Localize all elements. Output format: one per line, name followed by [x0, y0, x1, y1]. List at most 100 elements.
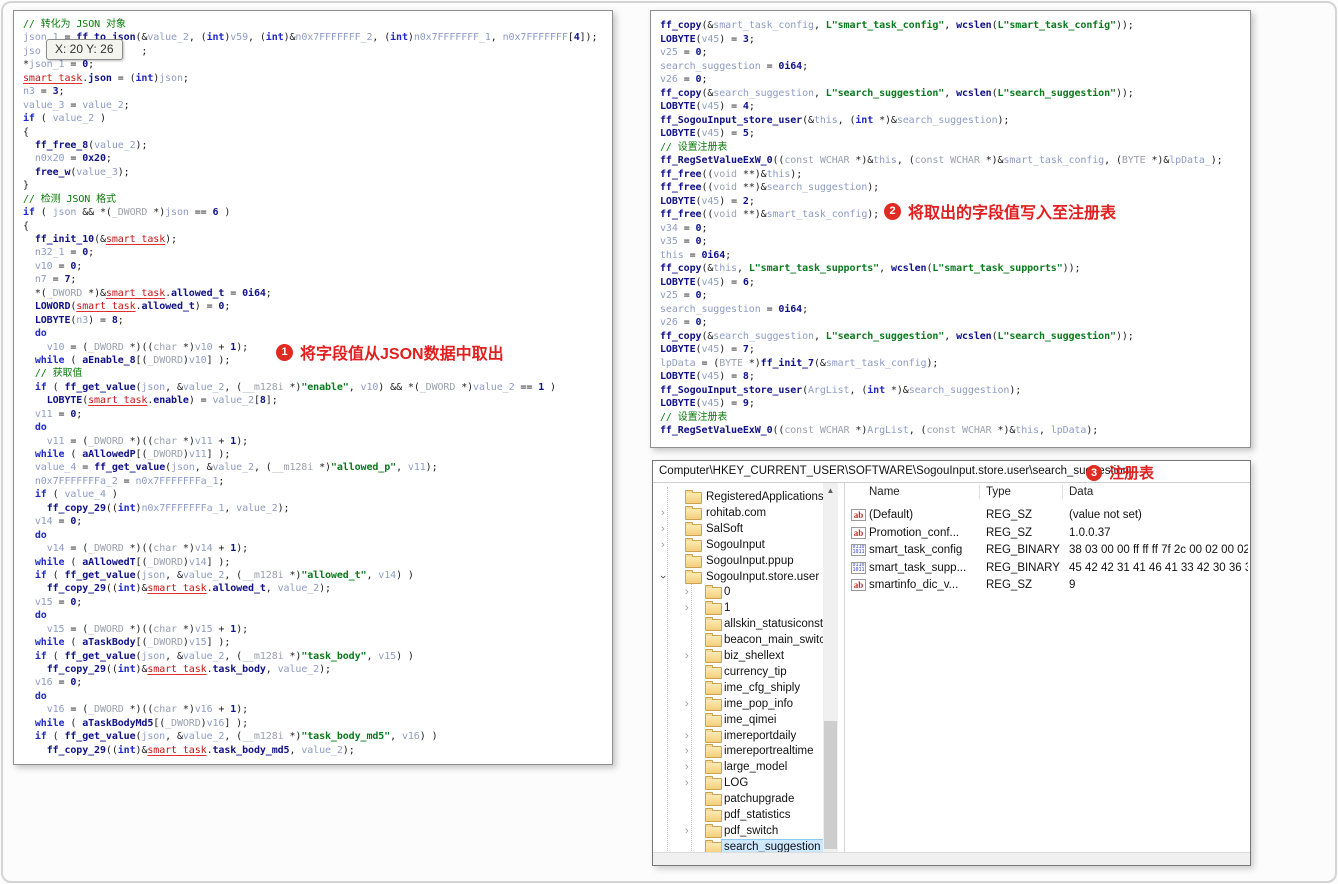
tree-item-label[interactable]: imereportdaily: [722, 729, 798, 743]
code-line: // 设置注册表: [660, 411, 728, 423]
registry-tree-item-patchupgrade[interactable]: patchupgrade: [653, 791, 823, 807]
scrollbar-up-icon[interactable]: ▲: [823, 483, 838, 498]
horizontal-scrollbar[interactable]: [653, 852, 1250, 865]
tree-item-label[interactable]: large_model: [722, 760, 789, 774]
tree-item-label[interactable]: patchupgrade: [722, 792, 796, 806]
registry-tree-item-imereportdaily[interactable]: › imereportdaily: [653, 728, 823, 744]
registry-tree-item-large_model[interactable]: › large_model: [653, 759, 823, 775]
chevron-right-icon[interactable]: ›: [661, 522, 665, 536]
registry-value-row[interactable]: ab (Default) REG_SZ (value not set): [845, 507, 1250, 525]
tree-item-label[interactable]: 1: [722, 601, 732, 615]
scrollbar-thumb[interactable]: [824, 721, 837, 849]
code-line: search_suggestion = 0i64;: [660, 303, 809, 315]
registry-value-row[interactable]: ab smartinfo_dic_v... REG_SZ 9: [845, 577, 1250, 595]
chevron-right-icon[interactable]: ›: [685, 744, 689, 758]
tree-item-label[interactable]: biz_shellext: [722, 649, 786, 663]
tree-item-label[interactable]: pdf_switch: [722, 824, 780, 838]
registry-tree-item-search_suggestion[interactable]: search_suggestion: [653, 838, 823, 853]
tree-item-label[interactable]: SogouInput.store.user: [704, 570, 821, 584]
registry-tree-item-pdf_statistics[interactable]: pdf_statistics: [653, 807, 823, 823]
chevron-right-icon[interactable]: ›: [685, 729, 689, 743]
column-header-name[interactable]: Name: [869, 483, 900, 501]
value-data: 45 42 42 31 41 46 41 33 42 30 36 37 44 4…: [1069, 561, 1248, 574]
code-line: {: [23, 126, 29, 138]
tree-item-label[interactable]: SogouInput: [704, 538, 767, 552]
value-type: REG_SZ: [986, 526, 1033, 539]
chevron-right-icon[interactable]: ›: [661, 538, 665, 552]
code-line: v11 = (_DWORD *)((char *)v11 + 1);: [46, 435, 249, 447]
code-line: if ( ff_get_value(json, &value_2, (__m12…: [34, 381, 556, 393]
code-line: ff_SogouInput_store_user(ArgList, (int *…: [660, 384, 1022, 396]
registry-value-row[interactable]: 0110 1011 smart_task_supp... REG_BINARY 45 …: [845, 560, 1250, 578]
registry-tree-item-SalSoft[interactable]: › SalSoft: [653, 521, 823, 537]
tree-item-label[interactable]: SalSoft: [704, 522, 745, 536]
column-header-data[interactable]: Data: [1069, 483, 1093, 501]
chevron-right-icon[interactable]: ›: [685, 697, 689, 711]
registry-tree-item-SogouInput[interactable]: › SogouInput: [653, 537, 823, 553]
code-line: }: [23, 180, 29, 192]
folder-icon: [685, 505, 702, 520]
tree-item-label[interactable]: ime_cfg_shiply: [722, 681, 802, 695]
registry-value-row[interactable]: ab Promotion_conf... REG_SZ 1.0.0.37: [845, 525, 1250, 543]
chevron-right-icon[interactable]: ›: [685, 601, 689, 615]
tree-item-label[interactable]: rohitab.com: [704, 506, 768, 520]
value-name: (Default): [869, 509, 914, 521]
code-line: value_3 = value_2;: [23, 99, 130, 111]
registry-tree-item-rohitab.com[interactable]: › rohitab.com: [653, 505, 823, 521]
column-separator[interactable]: [1062, 485, 1063, 499]
chevron-right-icon[interactable]: ›: [685, 760, 689, 774]
registry-tree-item-ime_pop_info[interactable]: › ime_pop_info: [653, 696, 823, 712]
tree-item-label[interactable]: SogouInput.ppup: [704, 554, 796, 568]
tree-item-label[interactable]: pdf_statistics: [722, 808, 792, 822]
tree-item-label[interactable]: ime_qimei: [722, 713, 778, 727]
registry-tree-item-pdf_switch[interactable]: › pdf_switch: [653, 823, 823, 839]
registry-tree-item-LOG[interactable]: › LOG: [653, 775, 823, 791]
tree-item-label[interactable]: LOG: [722, 776, 750, 790]
registry-tree-item-imereportrealtime[interactable]: › imereportrealtime: [653, 743, 823, 759]
tree-item-label[interactable]: allskin_statusiconstatis: [722, 617, 823, 631]
tree-item-label[interactable]: 0: [722, 585, 732, 599]
registry-tree-item-biz_shellext[interactable]: › biz_shellext: [653, 648, 823, 664]
code-line: while ( aTaskBody[(_DWORD)v15] );: [34, 637, 231, 649]
chevron-right-icon[interactable]: ›: [685, 776, 689, 790]
registry-tree-item-ime_cfg_shiply[interactable]: ime_cfg_shiply: [653, 680, 823, 696]
value-type: REG_SZ: [986, 579, 1033, 591]
column-separator[interactable]: [979, 485, 980, 499]
code-line: do: [34, 422, 47, 434]
tree-item-label[interactable]: imereportrealtime: [722, 744, 815, 758]
registry-tree-item-1[interactable]: › 1: [653, 600, 823, 616]
chevron-right-icon[interactable]: ›: [685, 824, 689, 838]
tree-item-label[interactable]: ime_pop_info: [722, 697, 795, 711]
column-header-type[interactable]: Type: [986, 483, 1011, 501]
code-line: v15 = (_DWORD *)((char *)v15 + 1);: [46, 623, 249, 635]
code-line: ff_RegSetValueExW_0((const WCHAR *)ArgLi…: [660, 425, 1099, 436]
registry-address-bar[interactable]: Computer\HKEY_CURRENT_USER\SOFTWARE\Sogo…: [653, 461, 1250, 483]
tree-item-label[interactable]: beacon_main_switch: [722, 633, 823, 647]
code-line: LOWORD(smart_task.allowed_t) = 0;: [34, 301, 231, 313]
tree-item-label[interactable]: RegisteredApplications: [704, 490, 823, 504]
registry-value-row[interactable]: 0110 1011 smart_task_config REG_BINARY 38 0…: [845, 542, 1250, 560]
registry-tree-item-allskin_statusiconstatis[interactable]: allskin_statusiconstatis: [653, 616, 823, 632]
registry-tree-item-0[interactable]: › 0: [653, 584, 823, 600]
code-line: ff_copy(&smart_task_config, L"smart_task…: [660, 20, 1134, 31]
registry-tree-item-SogouInput.store.user[interactable]: › SogouInput.store.user: [653, 569, 823, 585]
code-line: if ( value_4 ): [34, 489, 118, 501]
registry-tree-item-beacon_main_switch[interactable]: beacon_main_switch: [653, 632, 823, 648]
value-data: 9: [1069, 579, 1076, 591]
code-line: ff_copy(&search_suggestion, L"search_sug…: [660, 87, 1134, 99]
tree-item-label[interactable]: currency_tip: [722, 665, 789, 679]
tree-scrollbar[interactable]: ▲: [823, 483, 838, 853]
registry-tree-item-SogouInput.ppup[interactable]: SogouInput.ppup: [653, 553, 823, 569]
chevron-right-icon[interactable]: ›: [685, 649, 689, 663]
code-line: LOBYTE(v45) = 4;: [660, 101, 755, 112]
registry-tree-item-ime_qimei[interactable]: ime_qimei: [653, 712, 823, 728]
folder-icon: [705, 823, 722, 838]
code-line: v25 = 0;: [660, 47, 708, 58]
chevron-down-icon[interactable]: ›: [656, 575, 670, 579]
registry-tree-item-currency_tip[interactable]: currency_tip: [653, 664, 823, 680]
chevron-right-icon[interactable]: ›: [661, 506, 665, 520]
chevron-right-icon[interactable]: ›: [685, 585, 689, 599]
registry-tree-item-RegisteredApplications[interactable]: RegisteredApplications: [653, 489, 823, 505]
code-line: // 设置注册表: [660, 141, 728, 153]
annotation-3: 3 注册表: [1086, 462, 1154, 483]
